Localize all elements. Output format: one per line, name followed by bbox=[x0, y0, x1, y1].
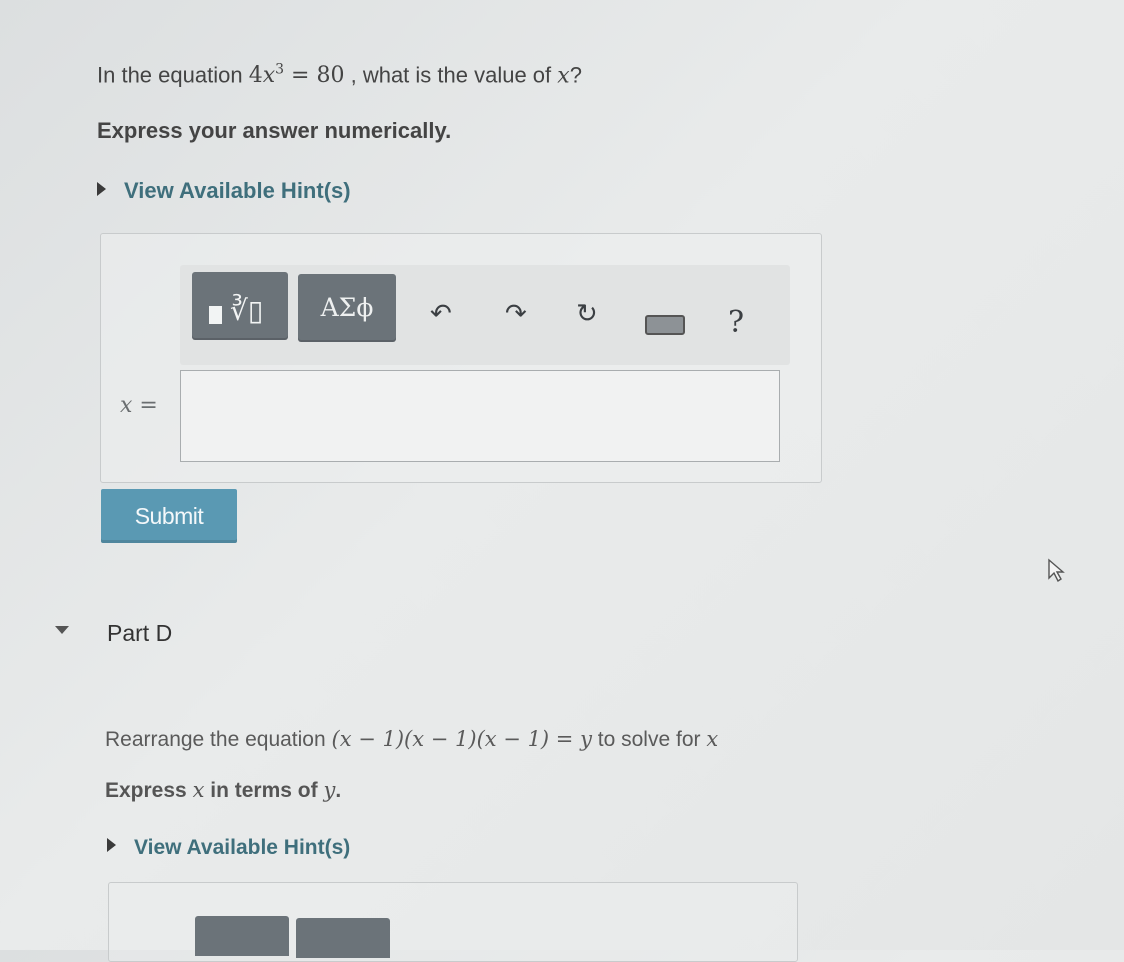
answer-label: x = bbox=[120, 393, 158, 418]
caret-right-icon bbox=[97, 182, 106, 196]
question-text: In the equation 4x3 = 80 , what is the v… bbox=[97, 62, 582, 89]
undo-icon[interactable]: ↶ bbox=[430, 299, 452, 329]
part-d-title[interactable]: Part D bbox=[107, 620, 172, 647]
part-d-greek-letters-button[interactable] bbox=[296, 918, 390, 958]
part-d-question: Rearrange the equation (x − 1)(x − 1)(x … bbox=[105, 727, 719, 751]
reset-icon[interactable]: ↻ bbox=[576, 299, 598, 329]
caret-down-icon[interactable] bbox=[55, 626, 69, 634]
greek-letters-button[interactable]: ΑΣϕ bbox=[298, 274, 396, 342]
submit-button[interactable]: Submit bbox=[101, 489, 237, 543]
mouse-pointer-icon bbox=[1048, 558, 1065, 583]
caret-right-icon bbox=[107, 838, 116, 852]
math-toolbar: ∛▯ ΑΣϕ ↶ ↷ ↻ ? bbox=[180, 265, 790, 365]
part-d-templates-button[interactable] bbox=[195, 916, 289, 956]
keyboard-icon[interactable] bbox=[645, 315, 685, 335]
root-template-icon: ∛▯ bbox=[230, 294, 264, 327]
view-hints-link[interactable]: View Available Hint(s) bbox=[97, 178, 351, 204]
part-d-instruction: Express x in terms of y. bbox=[105, 778, 342, 802]
part-d-equation: (x − 1)(x − 1)(x − 1) = y bbox=[331, 727, 592, 751]
templates-icon bbox=[209, 306, 222, 324]
equation: 4x3 = 80 bbox=[248, 62, 345, 89]
templates-button[interactable]: ∛▯ bbox=[192, 272, 288, 340]
part-d-view-hints-link[interactable]: View Available Hint(s) bbox=[107, 836, 350, 860]
answer-instruction: Express your answer numerically. bbox=[97, 118, 452, 143]
redo-icon[interactable]: ↷ bbox=[505, 299, 527, 329]
help-icon[interactable]: ? bbox=[728, 305, 744, 340]
answer-input[interactable] bbox=[180, 370, 780, 462]
